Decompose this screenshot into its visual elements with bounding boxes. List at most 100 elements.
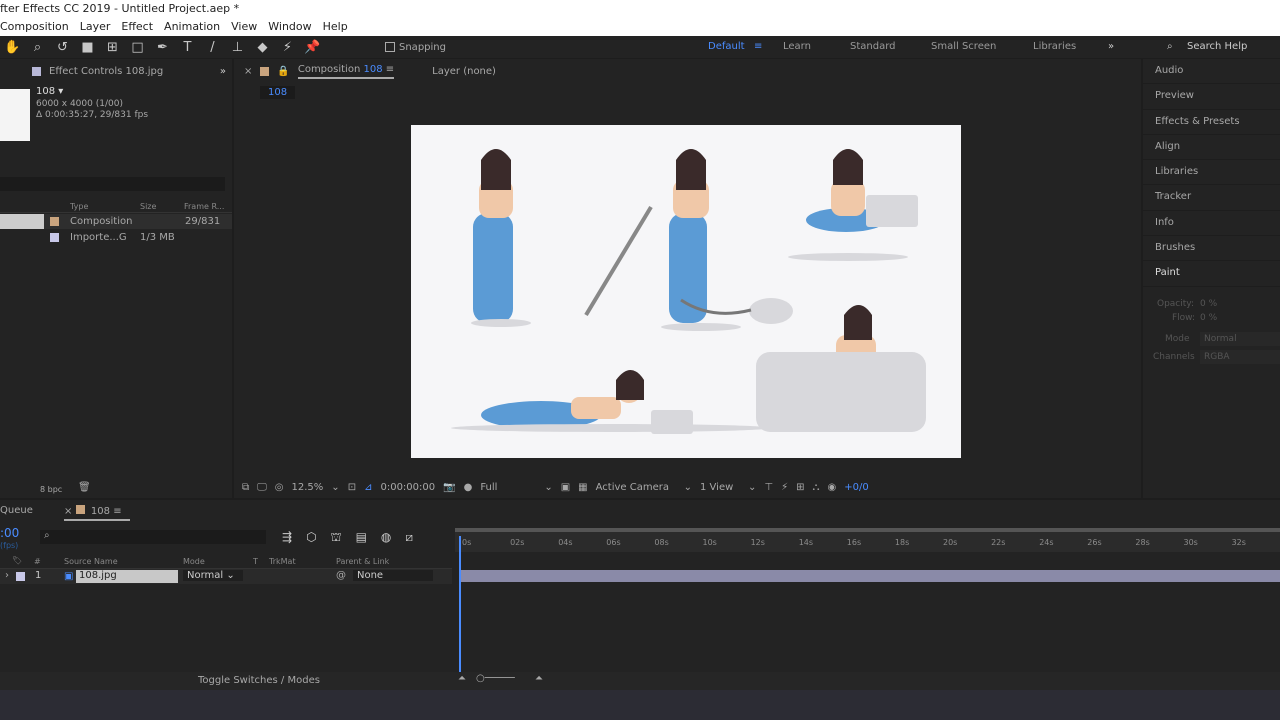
timeline-search-input[interactable]: ⌕ <box>40 530 266 544</box>
exposure-value[interactable]: +0/0 <box>844 482 868 493</box>
roto-brush-icon[interactable]: ⚡ <box>275 40 300 55</box>
shy-layers-icon[interactable]: ⛫ <box>331 530 342 546</box>
toggle-pixel-icon[interactable]: ⊤ <box>764 482 773 493</box>
col-type[interactable]: Type <box>70 202 88 211</box>
mode-dropdown[interactable]: Normal ⌄ <box>183 570 243 581</box>
always-preview-icon[interactable]: ⧉ <box>242 482 249 493</box>
channels-dropdown[interactable]: RGBA <box>1200 349 1280 364</box>
draft-3d-icon[interactable]: ⬡ <box>306 530 316 546</box>
layer-duration-bar[interactable] <box>460 570 1280 582</box>
zoom-in-icon[interactable]: ⏶ <box>535 673 543 684</box>
frame-blending-icon[interactable]: ▤ <box>356 530 367 546</box>
workspace-default[interactable]: Default <box>708 41 745 52</box>
work-area-bar[interactable] <box>455 528 1280 532</box>
pick-whip-icon[interactable]: @ <box>336 570 346 581</box>
opacity-value[interactable]: 0 % <box>1200 299 1217 309</box>
panel-effects-presets[interactable]: Effects & Presets <box>1143 110 1280 135</box>
list-item[interactable]: Composition 29/831 <box>0 214 232 229</box>
composition-mini-flowchart-icon[interactable]: ⇶ <box>282 530 292 546</box>
zoom-slider[interactable]: ○───── <box>476 673 515 684</box>
flow-value[interactable]: 0 % <box>1200 313 1217 323</box>
col-source-name[interactable]: Source Name <box>64 557 118 566</box>
lock-icon[interactable]: 🔒 <box>277 66 289 77</box>
col-size[interactable]: Size <box>140 202 156 211</box>
timeline-icon[interactable]: ⊞ <box>796 482 804 493</box>
panel-overflow-icon[interactable]: » <box>220 66 226 77</box>
zoom-tool-icon[interactable]: ⌕ <box>25 40 50 55</box>
search-help-input[interactable]: Search Help <box>1187 41 1247 52</box>
search-icon[interactable]: ⌕ <box>1167 41 1173 52</box>
chevron-down-icon[interactable]: ⌄ <box>331 482 339 493</box>
workspace-small-screen[interactable]: Small Screen <box>931 41 996 52</box>
rotate-tool-icon[interactable]: ↺ <box>50 40 75 55</box>
chevron-down-icon[interactable]: ⌄ <box>544 482 552 493</box>
panel-brushes[interactable]: Brushes <box>1143 236 1280 262</box>
magnification-dropdown[interactable]: 12.5% <box>292 482 324 493</box>
col-frame-rate[interactable]: Frame R... <box>184 202 224 211</box>
menu-animation[interactable]: Animation <box>164 20 220 36</box>
panel-info[interactable]: Info <box>1143 211 1280 237</box>
chevron-down-icon[interactable]: ⌄ <box>748 482 756 493</box>
comp-breadcrumb[interactable]: 108 <box>260 86 296 99</box>
color-channels-icon[interactable]: ● <box>464 482 473 493</box>
pen-tool-icon[interactable]: ✒ <box>150 40 175 55</box>
menu-layer[interactable]: Layer <box>80 20 111 36</box>
item-name[interactable]: 108 ▾ <box>36 86 63 97</box>
menu-window[interactable]: Window <box>268 20 311 36</box>
snapping-toggle[interactable]: Snapping <box>385 42 446 53</box>
views-dropdown[interactable]: 1 View <box>700 482 740 493</box>
current-time[interactable]: 0:00:00:00 <box>380 482 435 493</box>
layer-name[interactable]: 108.jpg <box>76 570 178 583</box>
transparency-icon[interactable]: ▦ <box>578 482 587 493</box>
trash-icon[interactable]: 🗑 <box>78 482 91 493</box>
panel-preview[interactable]: Preview <box>1143 84 1280 110</box>
flowchart-icon[interactable]: ⛬ <box>813 482 820 493</box>
region-of-interest-icon[interactable]: ▣ <box>561 482 570 493</box>
more-workspaces-icon[interactable]: » <box>1108 41 1114 52</box>
tab-timeline-108[interactable]: × 108 ≡ <box>64 505 130 521</box>
project-search-input[interactable] <box>0 177 225 191</box>
eraser-tool-icon[interactable]: ◆ <box>250 40 275 55</box>
resolution-dropdown[interactable]: Full <box>480 482 536 493</box>
table-row[interactable]: › 1 ▣ 108.jpg Normal ⌄ @ None <box>0 569 452 584</box>
fast-preview-icon[interactable]: ⚡ <box>781 482 788 493</box>
mask-visibility-icon[interactable]: ◎ <box>275 482 284 493</box>
safe-zones-icon[interactable]: ⊡ <box>348 482 356 493</box>
motion-blur-icon[interactable]: ◍ <box>381 530 391 546</box>
panel-align[interactable]: Align <box>1143 135 1280 161</box>
puppet-pin-icon[interactable]: 📌 <box>300 40 325 55</box>
col-parent-link[interactable]: Parent & Link <box>336 557 389 566</box>
toggle-switches-modes-button[interactable]: Toggle Switches / Modes <box>198 675 320 686</box>
workspace-menu-icon[interactable]: ≡ <box>754 41 762 52</box>
menu-view[interactable]: View <box>231 20 257 36</box>
col-mode[interactable]: Mode <box>183 557 205 566</box>
list-item[interactable]: Importe...G 1/3 MB <box>0 230 232 245</box>
rectangle-tool-icon[interactable]: □ <box>125 40 150 55</box>
menu-help[interactable]: Help <box>323 20 348 36</box>
playhead[interactable] <box>459 536 461 672</box>
panel-tracker[interactable]: Tracker <box>1143 185 1280 211</box>
menu-composition[interactable]: Composition <box>0 20 69 36</box>
label-swatch[interactable] <box>16 572 25 581</box>
transparency-grid-icon[interactable]: ⊿ <box>364 482 372 493</box>
workspace-standard[interactable]: Standard <box>850 41 896 52</box>
reset-exposure-icon[interactable]: ◉ <box>828 482 837 493</box>
tab-effect-controls[interactable]: Effect Controls 108.jpg <box>49 66 163 77</box>
pan-behind-icon[interactable]: ⊞ <box>100 40 125 55</box>
timecode[interactable]: :00 <box>0 526 19 540</box>
camera-dropdown[interactable]: Active Camera <box>596 482 676 493</box>
workspace-learn[interactable]: Learn <box>783 41 811 52</box>
label-icon[interactable]: 🏷 <box>12 556 22 565</box>
tab-render-queue[interactable]: Queue <box>0 505 33 516</box>
col-trkmat[interactable]: TrkMat <box>269 557 296 566</box>
parent-dropdown[interactable]: None <box>353 570 433 581</box>
camera-tool-icon[interactable]: ■ <box>75 40 100 55</box>
zoom-out-icon[interactable]: ⏶ <box>458 673 466 684</box>
tab-composition[interactable]: Composition 108 ≡ <box>297 64 395 79</box>
clone-stamp-icon[interactable]: ⊥ <box>225 40 250 55</box>
snapshot-icon[interactable]: 📷 <box>443 482 455 493</box>
snapping-checkbox[interactable] <box>385 42 395 52</box>
bit-depth-button[interactable]: 8 bpc <box>40 485 62 494</box>
hand-tool-icon[interactable]: ✋ <box>0 40 25 55</box>
close-tab-icon[interactable]: × <box>244 66 252 77</box>
